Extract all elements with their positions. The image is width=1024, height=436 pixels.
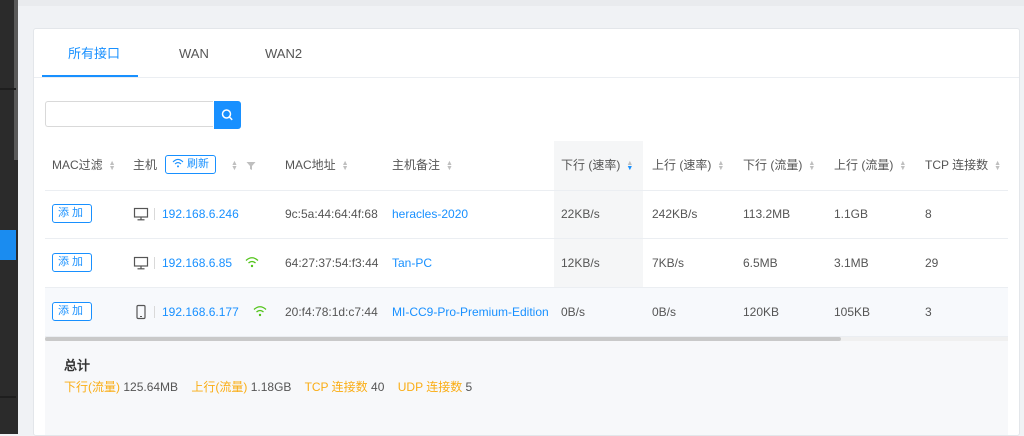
host-note-link[interactable]: heracles-2020 [392,190,468,238]
sort-icon[interactable]: ▲ ▼ [446,160,453,172]
active-tab-indicator [42,75,138,77]
phone-icon [136,304,146,320]
up-rate-cell: 0B/s [652,305,677,319]
sort-icon[interactable]: ▲ ▼ [231,160,238,172]
tab-all-interfaces[interactable]: 所有接口 [68,29,120,77]
divider [154,208,155,220]
down-rate-cell: 22KB/s [561,207,600,221]
col-down-rate[interactable]: 下行 (速率) ▲ ▼ [561,141,633,190]
content-card: 所有接口 WAN WAN2 MAC过滤 ▲ ▼ 主机 刷新 ▲ ▼ MAC地址 … [33,28,1020,436]
summary-panel: 总计 下行(流量) 125.64MB 上行(流量) 1.18GB TCP 连接数… [45,341,1008,435]
refresh-button[interactable]: 刷新 [165,155,216,174]
col-tcp[interactable]: TCP 连接数 ▲ ▼ [925,141,1001,190]
down-rate-cell: 12KB/s [561,256,600,270]
partial-bottom-bar [600,426,1024,434]
summary-title: 总计 [64,358,91,373]
col-up-traffic[interactable]: 上行 (流量) ▲ ▼ [834,141,906,190]
sort-icon[interactable]: ▲ ▼ [899,160,906,172]
col-host[interactable]: 主机 [133,141,157,190]
col-label: 上行 (速率) [652,158,712,172]
col-label: 上行 (流量) [834,158,894,172]
divider [154,306,155,318]
tab-wan2[interactable]: WAN2 [265,29,302,77]
sort-icon[interactable]: ▲ ▼ [808,160,815,172]
host-ip-link[interactable]: 192.168.6.177 [162,288,239,336]
wifi-icon [253,306,267,317]
host-ip-link[interactable]: 192.168.6.85 [162,239,232,287]
col-label: 下行 (流量) [743,158,803,172]
col-mac[interactable]: MAC地址 ▲ ▼ [285,141,349,190]
tab-bar: 所有接口 WAN WAN2 [34,29,1019,78]
sidebar-active-item[interactable] [0,230,16,260]
tab-wan[interactable]: WAN [179,29,209,77]
search-button[interactable] [214,101,241,129]
udp-count-value: 5 [465,380,473,394]
col-label: TCP 连接数 [925,158,989,172]
sidebar-divider [0,88,16,90]
host-ip-link[interactable]: 192.168.6.246 [162,190,239,238]
col-label: MAC地址 [285,158,336,172]
down-traffic-cell: 113.2MB [743,207,791,221]
summary-stats: 下行(流量) 125.64MB 上行(流量) 1.18GB TCP 连接数 40… [64,378,482,395]
tcp-cell: 3 [925,305,932,319]
up-traffic-cell: 105KB [834,305,871,319]
col-host-sort[interactable]: ▲ ▼ [225,141,238,190]
mac-cell: 20:f4:78:1d:c7:44 [285,305,378,319]
top-strip [18,0,1024,6]
table-row: 添加 192.168.6.246 9c:5a:44:64:4f:68 herac… [45,190,1008,239]
col-up-rate[interactable]: 上行 (速率) ▲ ▼ [652,141,724,190]
down-traffic-cell: 120KB [743,305,780,319]
up-rate-cell: 7KB/s [652,256,685,270]
host-note-link[interactable]: Tan-PC [392,239,432,287]
search-icon [221,109,233,121]
mac-cell: 9c:5a:44:64:4f:68 [285,207,378,221]
col-host-note[interactable]: 主机备注 ▲ ▼ [392,141,453,190]
tcp-count-label: TCP 连接数 [304,380,368,394]
down-rate-cell: 0B/s [561,305,586,319]
col-label: 主机 [133,158,158,172]
down-traffic-cell: 6.5MB [743,256,778,270]
desktop-icon [133,256,149,270]
table-row: 添加 192.168.6.177 20:f4:78:1d:c7:44 MI-CC… [45,288,1008,337]
down-traffic-label: 下行(流量) [64,380,120,394]
sort-icon[interactable]: ▲ ▼ [109,160,116,172]
col-mac-filter[interactable]: MAC过滤 ▲ ▼ [52,141,116,190]
sidebar-scrollbar[interactable] [14,0,18,160]
desktop-icon [133,207,149,221]
sort-icon[interactable]: ▲ ▼ [626,160,633,172]
tcp-cell: 8 [925,207,932,221]
mac-cell: 64:27:37:54:f3:44 [285,256,379,270]
host-note-link[interactable]: MI-CC9-Pro-Premium-Edition [392,288,549,336]
sidebar-divider [0,396,16,398]
up-traffic-value: 1.18GB [250,380,292,394]
tcp-cell: 29 [925,256,939,270]
filter-icon[interactable] [246,161,256,171]
divider [154,257,155,269]
sort-icon[interactable]: ▲ ▼ [342,160,349,172]
wifi-icon [172,158,184,168]
sort-icon[interactable]: ▲ ▼ [717,160,724,172]
col-label: 主机备注 [392,158,441,172]
add-button[interactable]: 添加 [52,204,92,223]
up-traffic-label: 上行(流量) [191,380,248,394]
down-traffic-value: 125.64MB [123,380,179,394]
col-label: MAC过滤 [52,158,103,172]
wifi-icon [245,257,259,268]
up-rate-cell: 242KB/s [652,207,698,221]
up-traffic-cell: 3.1MB [834,256,869,270]
sidebar [0,0,18,434]
search-input[interactable] [45,101,213,127]
udp-count-label: UDP 连接数 [397,380,463,394]
up-traffic-cell: 1.1GB [834,207,869,221]
add-button[interactable]: 添加 [52,302,92,321]
col-down-traffic[interactable]: 下行 (流量) ▲ ▼ [743,141,815,190]
tcp-count-value: 40 [371,380,385,394]
col-label: 下行 (速率) [561,158,621,172]
table-row: 添加 192.168.6.85 64:27:37:54:f3:44 Tan-PC… [45,239,1008,288]
add-button[interactable]: 添加 [52,253,92,272]
refresh-label: 刷新 [187,158,209,170]
sort-icon[interactable]: ▲ ▼ [994,160,1001,172]
table-header: MAC过滤 ▲ ▼ 主机 刷新 ▲ ▼ MAC地址 ▲ ▼ 主机备注 ▲ ▼ 下行 (速率) ▲… [45,141,1008,191]
